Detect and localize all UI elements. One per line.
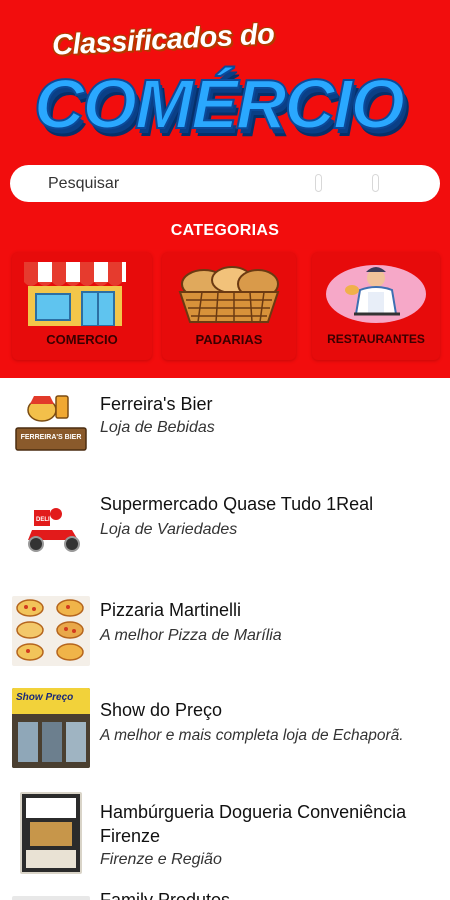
burger-menu-photo-icon — [20, 792, 82, 874]
categories-title: CATEGORIAS — [170, 222, 280, 239]
bread-basket-icon — [174, 266, 284, 324]
item-title: Family Produtos — [100, 890, 231, 900]
storefront-icon — [22, 262, 128, 327]
category-restaurantes[interactable]: RESTAURANTES — [312, 252, 440, 360]
thumb-caption: Show Preço — [16, 692, 74, 703]
item-title: Supermercado Quase Tudo 1Real — [100, 494, 374, 514]
store-icon — [12, 896, 90, 900]
item-subtitle: Firenze e Região — [100, 851, 222, 868]
item-title: Ferreira's Bier — [100, 394, 213, 414]
logo-line-2: COMÉRCIO — [33, 64, 406, 144]
item-title: Show do Preço — [100, 700, 223, 720]
pizzas-icon — [12, 596, 90, 666]
app-logo: Classificados do COMÉRCIO — [30, 18, 425, 148]
item-title: Hambúrgueria Dogueria Conveniência Firen… — [100, 802, 407, 846]
category-comercio[interactable]: COMERCIO — [12, 252, 152, 360]
storefront-photo-icon: Show Preço — [12, 688, 90, 768]
item-subtitle: A melhor Pizza de Marília — [100, 627, 282, 644]
svg-text:DELIV: DELIV — [36, 517, 54, 523]
logo-line-1: Classificados do — [51, 18, 276, 62]
category-label: PADARIAS — [195, 332, 263, 347]
item-subtitle: Loja de Bebidas — [100, 419, 215, 436]
item-subtitle: A melhor e mais completa loja de Echapor… — [100, 727, 404, 744]
category-label: COMERCIO — [46, 332, 118, 347]
search-bar[interactable] — [10, 165, 440, 202]
delivery-scooter-icon: DELIV — [12, 492, 90, 558]
chef-icon — [324, 262, 428, 324]
beer-mascot-icon: FERREIRA'S BIER — [12, 390, 90, 460]
header: Classificados do COMÉRCIO CATEGORIAS — [0, 0, 450, 378]
item-subtitle: Loja de Variedades — [100, 521, 238, 538]
category-padarias[interactable]: PADARIAS — [162, 252, 296, 360]
category-label: RESTAURANTES — [327, 332, 425, 346]
search-bar-decoration — [315, 174, 379, 192]
item-title: Pizzaria Martinelli — [100, 600, 242, 620]
thumb-caption: FERREIRA'S BIER — [20, 434, 82, 441]
